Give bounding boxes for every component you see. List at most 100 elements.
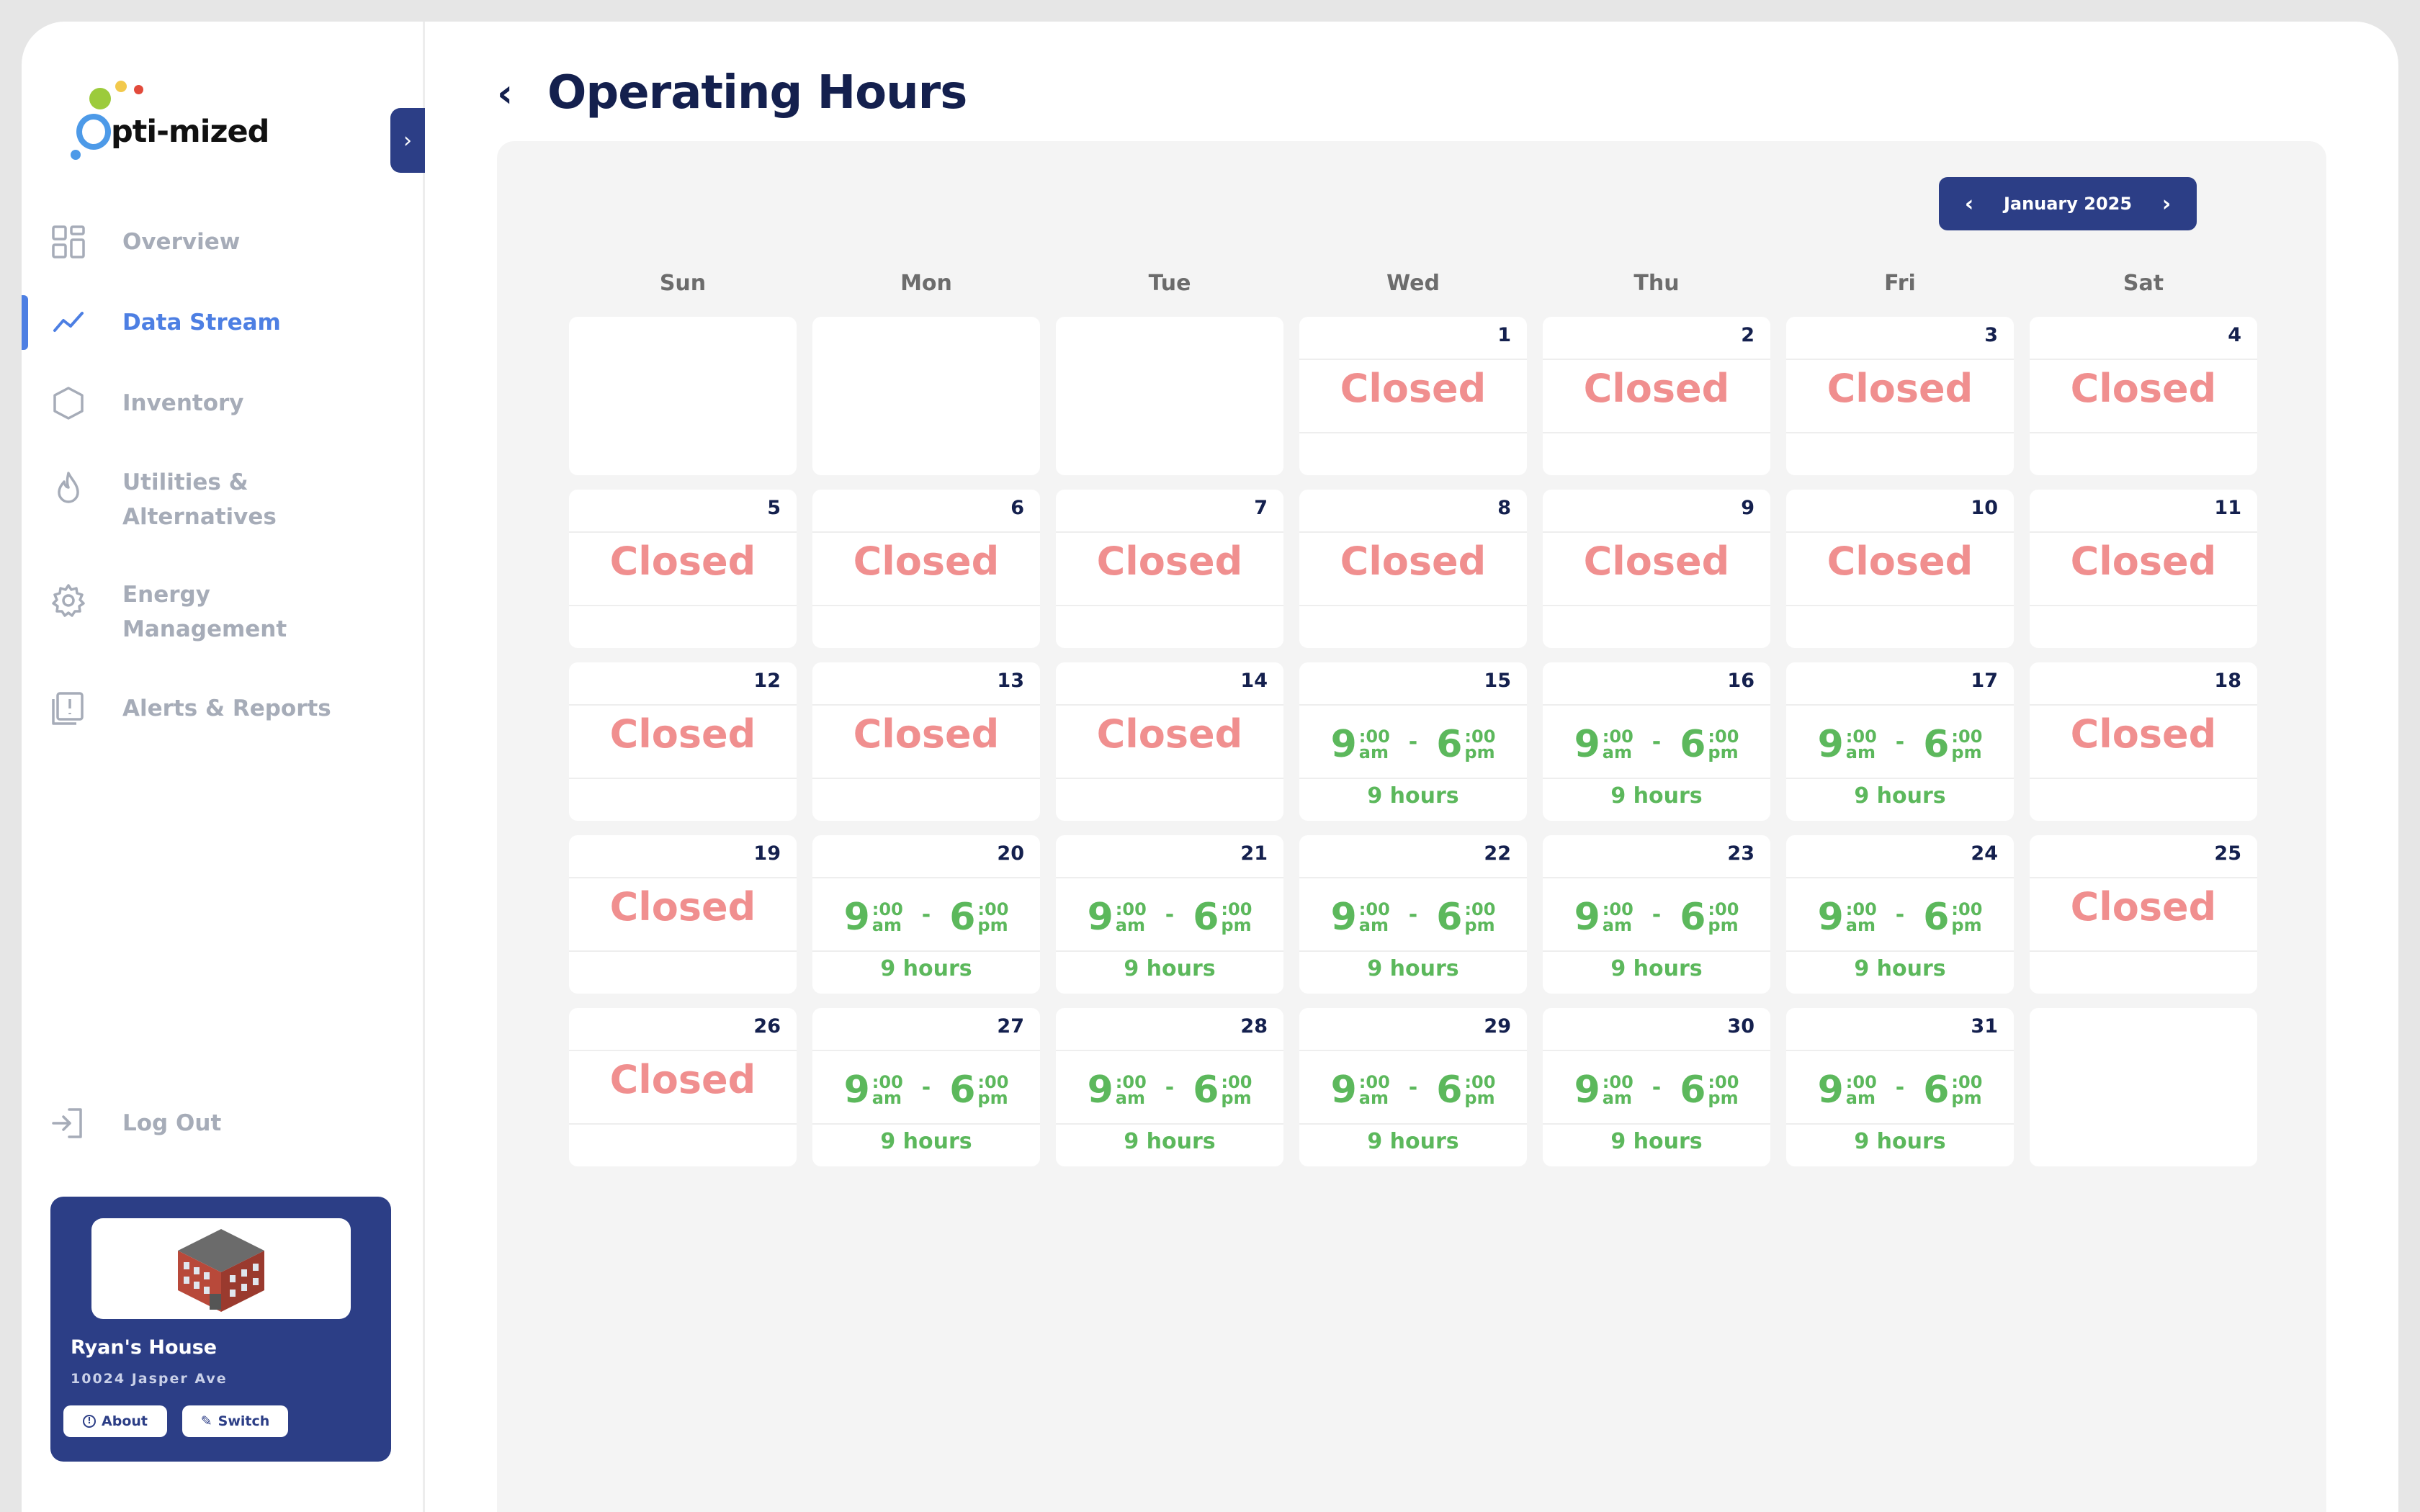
divider — [1299, 605, 1527, 606]
close-hour: 6 — [1680, 1068, 1706, 1112]
calendar-day-30[interactable]: 30 9:00 am -6:00 pm 9 hours — [1543, 1008, 1770, 1166]
calendar-day-7[interactable]: 7 Closed — [1056, 490, 1283, 648]
calendar-day-31[interactable]: 31 9:00 am -6:00 pm 9 hours — [1786, 1008, 2014, 1166]
calendar-day-21[interactable]: 21 9:00 am -6:00 pm 9 hours — [1056, 835, 1283, 994]
duration-label: 9 hours — [1854, 956, 1946, 981]
logout-button[interactable]: Log Out — [22, 1102, 422, 1145]
open-ampm: am — [1115, 1088, 1145, 1108]
calendar-day-18[interactable]: 18 Closed — [2030, 662, 2257, 821]
open-hour: 9 — [1817, 1068, 1844, 1112]
calendar-day-empty[interactable] — [812, 317, 1040, 475]
duration-label: 9 hours — [1610, 1129, 1703, 1154]
open-hour: 9 — [1817, 896, 1844, 939]
divider — [1299, 778, 1527, 779]
close-ampm: pm — [1708, 915, 1739, 935]
sidebar-item-data-stream[interactable]: Data Stream — [22, 282, 422, 363]
divider — [2030, 531, 2257, 533]
calendar-day-11[interactable]: 11 Closed — [2030, 490, 2257, 648]
calendar-day-3[interactable]: 3 Closed — [1786, 317, 2014, 475]
calendar-day-15[interactable]: 15 9:00 am -6:00 pm 9 hours — [1299, 662, 1527, 821]
calendar-day-25[interactable]: 25 Closed — [2030, 835, 2257, 994]
calendar-day-20[interactable]: 20 9:00 am -6:00 pm 9 hours — [812, 835, 1040, 994]
switch-button[interactable]: ✎ Switch — [182, 1405, 288, 1437]
calendar-day-10[interactable]: 10 Closed — [1786, 490, 2014, 648]
duration-label: 9 hours — [1854, 1129, 1946, 1154]
logo-dot-red — [134, 85, 143, 94]
calendar-day-1[interactable]: 1 Closed — [1299, 317, 1527, 475]
divider — [1056, 950, 1283, 952]
open-suffix: :00 am — [1359, 1074, 1390, 1107]
logo-o-ring — [76, 114, 111, 150]
day-number: 22 — [1484, 842, 1511, 865]
sidebar-item-energy-management[interactable]: Energy Management — [22, 556, 422, 668]
brand-logo[interactable]: pti-mized — [49, 58, 279, 166]
calendar-day-2[interactable]: 2 Closed — [1543, 317, 1770, 475]
divider — [1786, 432, 2014, 433]
close-hour: 6 — [949, 896, 976, 939]
sidebar-item-label: Overview — [122, 229, 241, 255]
divider — [1543, 432, 1770, 433]
calendar-day-8[interactable]: 8 Closed — [1299, 490, 1527, 648]
open-ampm: am — [1358, 742, 1389, 762]
sidebar-item-inventory[interactable]: Inventory — [22, 363, 422, 444]
calendar-day-4[interactable]: 4 Closed — [2030, 317, 2257, 475]
calendar-day-28[interactable]: 28 9:00 am -6:00 pm 9 hours — [1056, 1008, 1283, 1166]
range-dash: - — [921, 1075, 931, 1100]
sidebar-item-overview[interactable]: Overview — [22, 202, 422, 282]
calendar-day-24[interactable]: 24 9:00 am -6:00 pm 9 hours — [1786, 835, 2014, 994]
calendar-day-17[interactable]: 17 9:00 am -6:00 pm 9 hours — [1786, 662, 2014, 821]
calendar-day-26[interactable]: 26 Closed — [569, 1008, 797, 1166]
divider — [1543, 778, 1770, 779]
close-ampm: pm — [1464, 1088, 1495, 1108]
next-month-button[interactable]: › — [2154, 192, 2179, 217]
calendar-day-13[interactable]: 13 Closed — [812, 662, 1040, 821]
divider — [569, 778, 797, 779]
close-ampm: pm — [1221, 1088, 1252, 1108]
calendar-day-16[interactable]: 16 9:00 am -6:00 pm 9 hours — [1543, 662, 1770, 821]
open-hour: 9 — [843, 1068, 870, 1112]
hours-range: 9:00 am -6:00 pm — [1299, 891, 1527, 936]
open-ampm: am — [871, 1088, 902, 1108]
calendar-day-29[interactable]: 29 9:00 am -6:00 pm 9 hours — [1299, 1008, 1527, 1166]
sidebar-expand-button[interactable]: › — [390, 108, 425, 173]
closed-label: Closed — [1583, 539, 1730, 584]
divider — [2030, 877, 2257, 878]
close-suffix: :00 pm — [1951, 901, 1982, 935]
calendar-day-14[interactable]: 14 Closed — [1056, 662, 1283, 821]
duration-label: 9 hours — [880, 1129, 972, 1154]
calendar-day-empty[interactable] — [2030, 1008, 2257, 1166]
open-suffix: :00 am — [871, 1074, 903, 1108]
calendar-day-9[interactable]: 9 Closed — [1543, 490, 1770, 648]
sidebar-item-utilities[interactable]: Utilities & Alternatives — [22, 444, 422, 556]
about-button[interactable]: ! About — [63, 1405, 167, 1437]
calendar-day-19[interactable]: 19 Closed — [569, 835, 797, 994]
calendar-day-12[interactable]: 12 Closed — [569, 662, 797, 821]
day-number: 6 — [1010, 497, 1024, 519]
calendar-day-empty[interactable] — [1056, 317, 1283, 475]
divider — [2030, 950, 2257, 952]
hours-range: 9:00 am -6:00 pm — [1056, 891, 1283, 936]
open-hour: 9 — [1087, 1068, 1113, 1112]
open-suffix: :00 am — [1602, 1074, 1634, 1108]
closed-label: Closed — [1096, 539, 1243, 584]
back-chevron-icon[interactable]: ‹ — [497, 71, 513, 116]
closed-label: Closed — [1340, 539, 1487, 584]
calendar-day-27[interactable]: 27 9:00 am -6:00 pm 9 hours — [812, 1008, 1040, 1166]
switch-label: Switch — [218, 1413, 270, 1429]
alert-report-icon — [52, 692, 84, 725]
divider — [2030, 432, 2257, 433]
calendar-day-5[interactable]: 5 Closed — [569, 490, 797, 648]
trend-line-icon — [53, 312, 84, 332]
close-ampm: pm — [1951, 915, 1982, 935]
divider — [1543, 531, 1770, 533]
calendar-day-empty[interactable] — [569, 317, 797, 475]
divider — [2030, 778, 2257, 779]
calendar-day-23[interactable]: 23 9:00 am -6:00 pm 9 hours — [1543, 835, 1770, 994]
divider — [1299, 950, 1527, 952]
calendar-day-6[interactable]: 6 Closed — [812, 490, 1040, 648]
open-ampm: am — [1602, 1088, 1632, 1108]
sidebar-item-alerts-reports[interactable]: Alerts & Reports — [22, 668, 422, 749]
calendar-day-22[interactable]: 22 9:00 am -6:00 pm 9 hours — [1299, 835, 1527, 994]
divider — [1543, 359, 1770, 360]
prev-month-button[interactable]: ‹ — [1956, 192, 1982, 217]
